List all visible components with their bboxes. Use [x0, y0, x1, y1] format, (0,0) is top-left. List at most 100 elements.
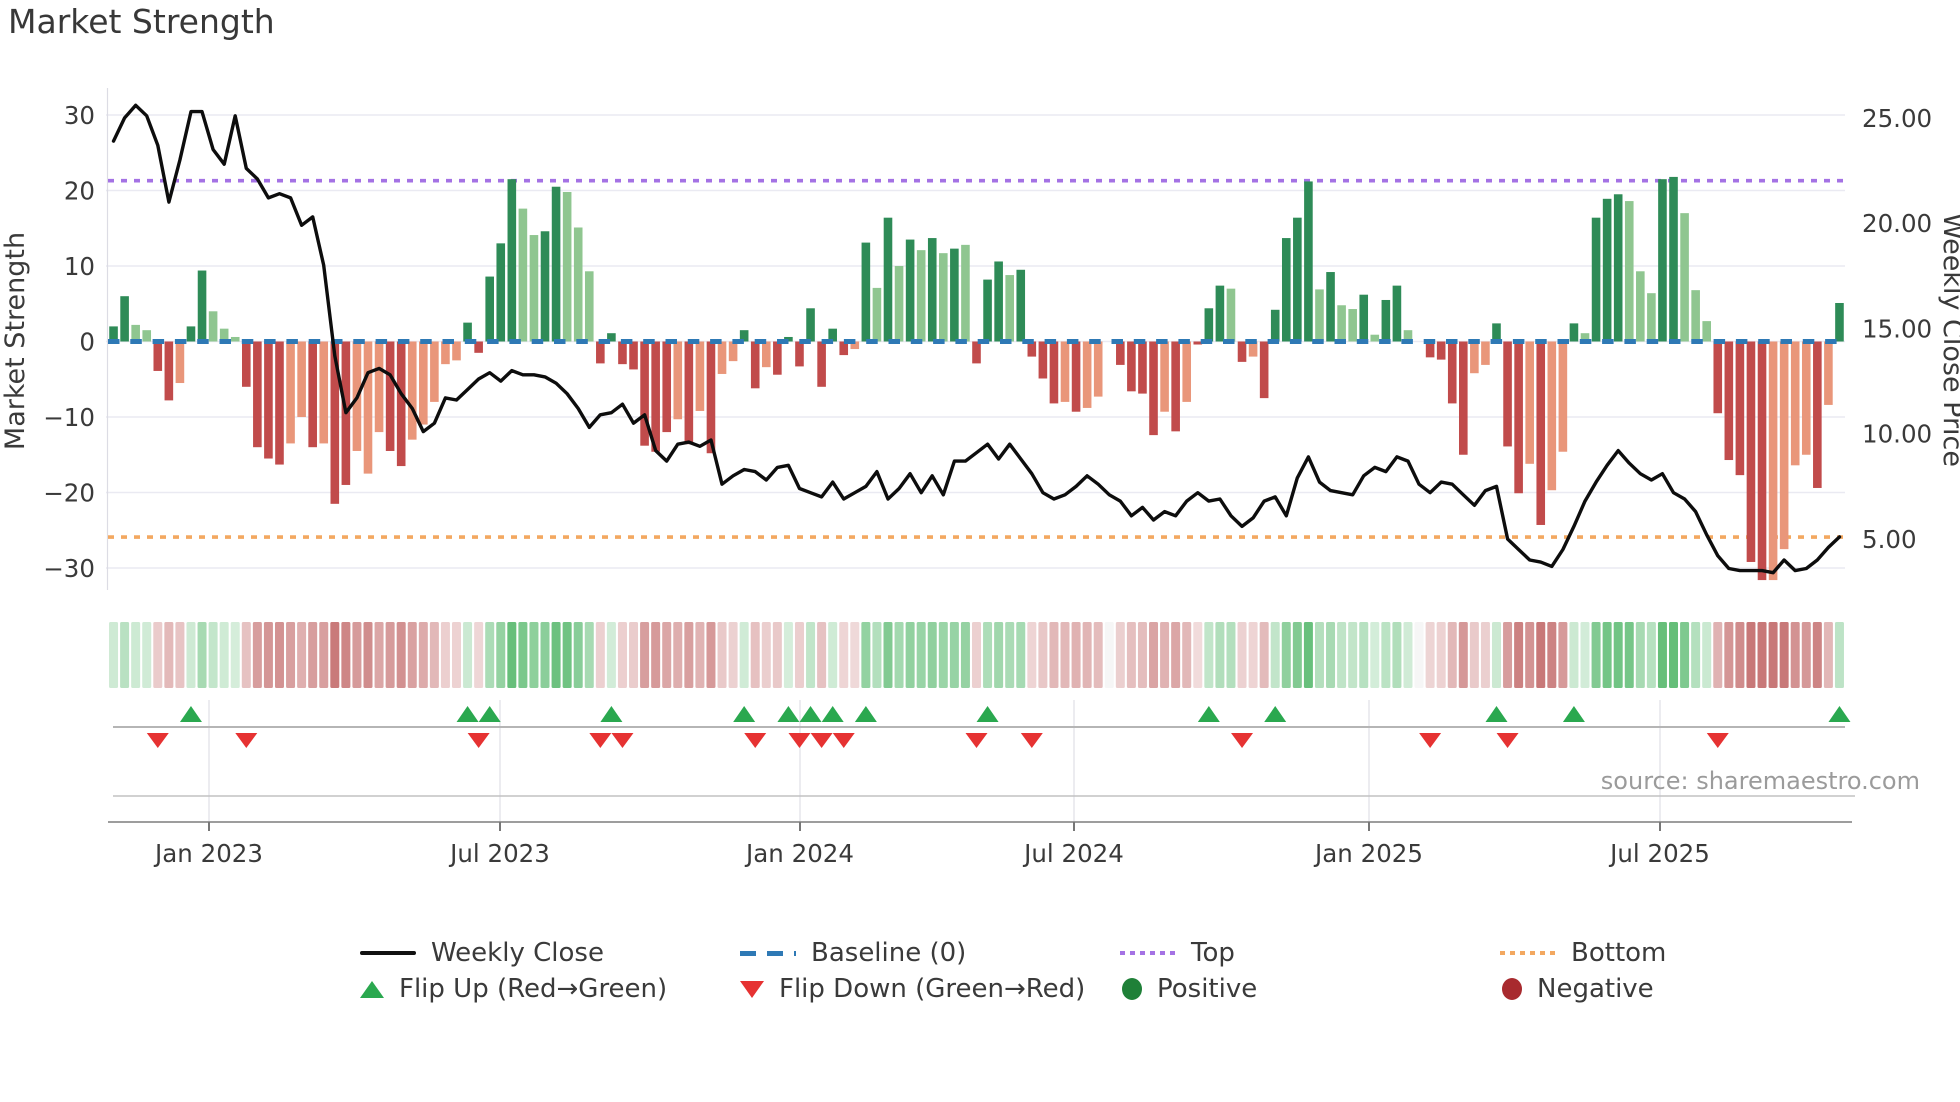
heatmap-tile [341, 622, 351, 688]
heatmap-tile [540, 622, 550, 688]
strength-bar [717, 341, 727, 374]
heatmap-tile [1126, 622, 1136, 688]
strength-bar [795, 341, 804, 367]
heatmap-tile [573, 622, 583, 688]
strength-bar [1746, 341, 1756, 562]
strength-bar [1071, 341, 1081, 412]
heatmap-tile [861, 622, 871, 688]
strength-bar [673, 341, 683, 420]
heatmap-tile [319, 622, 329, 688]
strength-bar [1569, 323, 1579, 342]
left-axis-tick-label: −30 [43, 554, 95, 583]
heatmap-tile [728, 622, 738, 688]
heatmap-tile [1591, 622, 1601, 688]
heatmap-tile [1259, 622, 1269, 688]
strength-bar [1049, 341, 1059, 404]
strength-bar [1281, 238, 1291, 342]
strength-bar [1525, 341, 1534, 464]
heatmap-tile [894, 622, 904, 688]
strength-bar [1447, 341, 1457, 404]
heatmap-tile [629, 622, 639, 688]
source-text: source: sharemaestro.com [1600, 767, 1920, 795]
legend-label-bottom: Bottom [1571, 938, 1667, 968]
strength-bar [573, 227, 583, 342]
strength-bar [241, 341, 251, 387]
flip-down-marker [744, 733, 767, 748]
heatmap-tile [1326, 622, 1336, 688]
heatmap-tile [717, 622, 727, 688]
flip-up-triangle-icon [360, 980, 384, 998]
flip-up-marker [799, 706, 822, 722]
x-axis-tick-label: Jan 2024 [744, 839, 854, 868]
heatmap-tile [1779, 622, 1789, 688]
bottom-dotted-swatch [1500, 951, 1556, 955]
heatmap-tile [673, 622, 683, 688]
top-dotted-swatch [1120, 951, 1176, 955]
strength-bar [275, 341, 284, 465]
strength-bar [596, 341, 605, 364]
strength-bar [662, 341, 672, 433]
strength-bar [1381, 299, 1391, 342]
strength-bar [1337, 305, 1346, 342]
heatmap-tile [1834, 622, 1844, 688]
strength-bar [1813, 341, 1822, 488]
strength-bar [1713, 341, 1723, 414]
strength-bar [1602, 198, 1612, 342]
heatmap-tile [297, 622, 307, 688]
heatmap-tile [927, 622, 937, 688]
heatmap-tile [1292, 622, 1302, 688]
heatmap-tile [286, 622, 296, 688]
heatmap-tile [1602, 622, 1612, 688]
heatmap-tile [1027, 622, 1037, 688]
left-axis-title: Market Strength [0, 232, 31, 450]
heatmap-tile [1823, 622, 1833, 688]
heatmap-tile [839, 622, 849, 688]
heatmap-tile [507, 622, 517, 688]
heatmap-tile [418, 622, 428, 688]
heatmap-tile [1558, 622, 1568, 688]
flip-down-marker [235, 733, 258, 748]
heatmap-tile [330, 622, 340, 688]
strength-bar [463, 322, 472, 342]
legend-item-flip-down: Flip Down (Green→Red) [740, 972, 1085, 1006]
strength-bar [1768, 341, 1778, 581]
heatmap-tile [1569, 622, 1579, 688]
flip-up-marker [854, 706, 877, 722]
heatmap-tile [230, 622, 240, 688]
flip-up-marker [1485, 706, 1508, 722]
strength-bar [297, 341, 306, 417]
flip-up-marker [456, 706, 479, 722]
strength-bar [629, 341, 638, 370]
strength-bar [540, 231, 550, 342]
strength-bar [1757, 341, 1767, 581]
legend-item-positive: Positive [1120, 972, 1257, 1006]
heatmap-tile [1447, 622, 1457, 688]
heatmap-tile [142, 622, 152, 688]
strength-bar [1801, 341, 1811, 455]
heatmap-tile [806, 622, 816, 688]
heatmap-tile [783, 622, 793, 688]
flip-down-marker [146, 733, 169, 748]
heatmap-tile [308, 622, 318, 688]
strength-bar [728, 341, 738, 362]
strength-bar [1215, 285, 1225, 342]
legend-label-positive: Positive [1157, 974, 1258, 1004]
heatmap-tile [1182, 622, 1192, 688]
heatmap-tile [662, 622, 672, 688]
heatmap-tile [1680, 622, 1690, 688]
heatmap-tile [1392, 622, 1402, 688]
heatmap-tile [994, 622, 1004, 688]
strength-bar [1270, 309, 1280, 342]
heatmap-tile [164, 622, 174, 688]
flip-down-marker [832, 733, 855, 748]
heatmap-tile [761, 622, 771, 688]
heatmap-tile [1005, 622, 1015, 688]
strength-bar [1127, 341, 1136, 392]
strength-bar [153, 341, 163, 371]
legend-label-flip-down: Flip Down (Green→Red) [779, 974, 1086, 1004]
heatmap-tile [850, 622, 860, 688]
heatmap-tile [1746, 622, 1756, 688]
heatmap-tile [197, 622, 207, 688]
strength-bar [1702, 321, 1712, 342]
strength-bar [1392, 285, 1402, 342]
